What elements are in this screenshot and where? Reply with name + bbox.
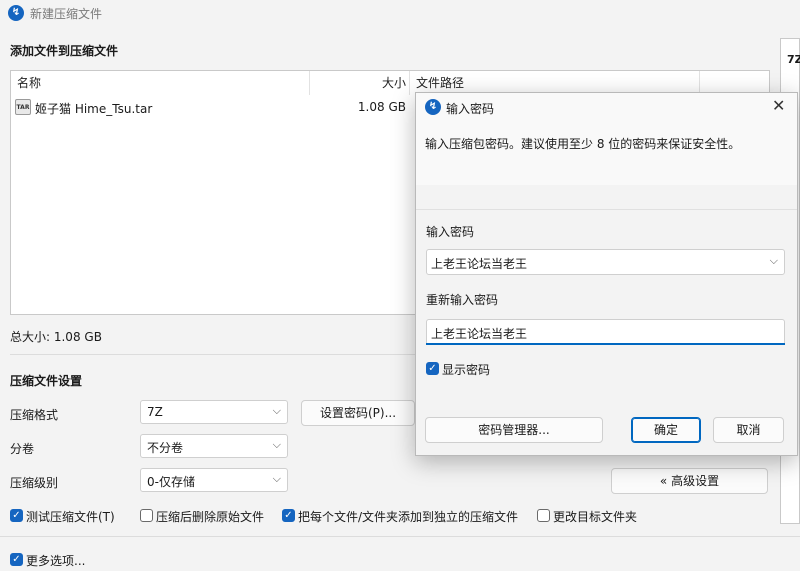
password-label: 输入密码 (426, 225, 475, 239)
settings-heading: 压缩文件设置 (10, 374, 83, 388)
divider (416, 209, 797, 210)
chevron-down-icon: ⌵ (272, 472, 281, 485)
checkbox-unchecked-icon[interactable] (140, 509, 153, 522)
volume-label: 分卷 (10, 442, 35, 456)
option-label: 测试压缩文件(T) (26, 510, 115, 524)
level-select[interactable]: 0-仅存储 ⌵ (140, 468, 288, 492)
checkbox-unchecked-icon[interactable] (537, 509, 550, 522)
files-heading: 添加文件到压缩文件 (10, 44, 119, 58)
volume-value: 不分卷 (147, 441, 184, 455)
cancel-button[interactable]: 取消 (713, 417, 784, 443)
total-size: 总大小: 1.08 GB (10, 330, 102, 344)
format-value: 7Z (147, 405, 163, 419)
close-icon[interactable]: ✕ (772, 96, 785, 115)
tar-file-icon: TAR (15, 99, 31, 115)
app-logo-icon: ↯ (8, 5, 24, 21)
option-label: 压缩后删除原始文件 (156, 510, 265, 524)
dialog-title: 输入密码 (446, 102, 495, 116)
column-header-name[interactable]: 名称 (17, 71, 41, 95)
confirm-password-label: 重新输入密码 (426, 293, 499, 307)
option-label: 更改目标文件夹 (553, 510, 638, 524)
more-options-label: 更多选项... (26, 554, 86, 568)
set-password-button[interactable]: 设置密码(P)... (301, 400, 415, 426)
level-label: 压缩级别 (10, 476, 59, 490)
chevron-down-icon[interactable]: ⌵ (770, 254, 778, 268)
password-value: 上老王论坛当老王 (431, 257, 528, 271)
column-divider (309, 71, 310, 95)
file-name: 姬子猫 Hime_Tsu.tar (35, 102, 153, 116)
level-value: 0-仅存储 (147, 475, 195, 489)
format-label: 压缩格式 (10, 408, 59, 422)
volume-select[interactable]: 不分卷 ⌵ (140, 434, 288, 458)
window-title: 新建压缩文件 (30, 7, 103, 21)
file-size: 1.08 GB (357, 100, 406, 114)
advanced-settings-button[interactable]: « 高级设置 (611, 468, 768, 494)
password-manager-button[interactable]: 密码管理器... (425, 417, 603, 443)
password-dialog: ↯ 输入密码 ✕ 输入压缩包密码。建议使用至少 8 位的密码来保证安全性。 输入… (415, 92, 798, 456)
dialog-description: 输入压缩包密码。建议使用至少 8 位的密码来保证安全性。 (425, 137, 741, 151)
app-logo-icon: ↯ (425, 99, 441, 115)
column-header-size[interactable]: 大小 (311, 71, 406, 95)
column-divider (409, 71, 410, 95)
confirm-password-value: 上老王论坛当老王 (431, 327, 528, 341)
chevron-down-icon: ⌵ (272, 404, 281, 417)
title-bar: ↯ 新建压缩文件 (0, 0, 800, 26)
right-panel-label: 7Z (787, 53, 800, 66)
option-label: 把每个文件/文件夹添加到独立的压缩文件 (298, 510, 519, 524)
divider (0, 536, 800, 537)
checkbox-checked-icon[interactable]: ✓ (426, 362, 439, 375)
checkbox-checked-icon[interactable]: ✓ (10, 509, 23, 522)
focus-underline (426, 343, 785, 345)
password-input[interactable]: 上老王论坛当老王 ⌵ (426, 249, 785, 275)
confirm-password-input[interactable]: 上老王论坛当老王 (426, 319, 785, 345)
chevron-down-icon: ⌵ (272, 438, 281, 451)
ok-button[interactable]: 确定 (631, 417, 701, 443)
show-password-label: 显示密码 (442, 363, 491, 377)
checkbox-checked-icon[interactable]: ✓ (282, 509, 295, 522)
checkbox-checked-icon[interactable]: ✓ (10, 553, 23, 566)
format-select[interactable]: 7Z ⌵ (140, 400, 288, 424)
